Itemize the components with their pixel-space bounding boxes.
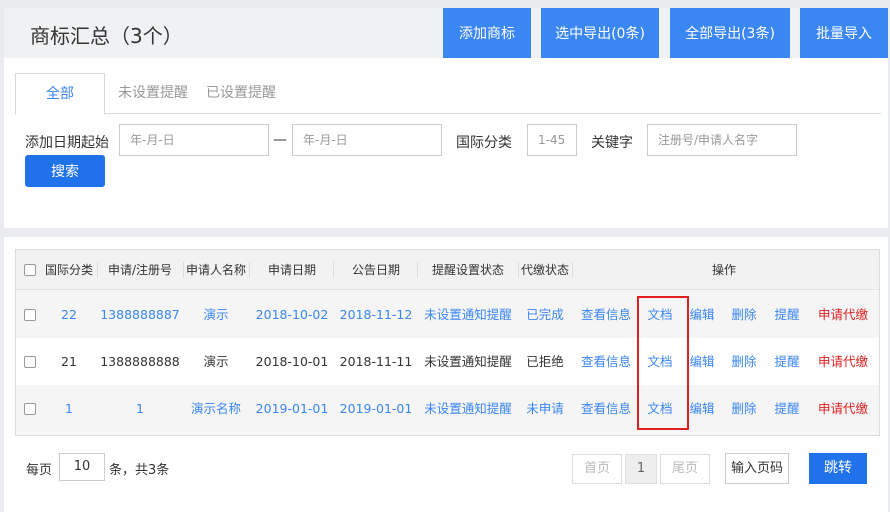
table-header: 国际分类 申请/注册号 申请人名称 申请日期 公告日期 提醒设置状态 代缴状态 … bbox=[16, 250, 879, 290]
select-all-checkbox[interactable] bbox=[24, 264, 36, 276]
col-actions: 操作 bbox=[711, 263, 736, 277]
cell-class: 1 bbox=[65, 401, 73, 416]
col-divider bbox=[417, 262, 418, 278]
cell-apply-date: 2018-10-01 bbox=[255, 354, 329, 369]
col-apply-date: 申请日期 bbox=[267, 263, 316, 277]
cell-applicant: 演示名称 bbox=[190, 401, 241, 416]
col-divider bbox=[97, 262, 98, 278]
delete-link[interactable]: 删除 bbox=[728, 291, 760, 338]
apply-payment-link[interactable]: 申请代缴 bbox=[813, 291, 873, 338]
tab-bar: 全部 未设置提醒 已设置提醒 bbox=[15, 73, 881, 115]
cell-class: 22 bbox=[61, 307, 77, 322]
table-row: 22 1388888887 演示 2018-10-02 2018-11-12 未… bbox=[16, 291, 879, 338]
apply-payment-link[interactable]: 申请代缴 bbox=[813, 385, 873, 432]
cell-payment-status: 未申请 bbox=[526, 401, 564, 416]
cell-payment-status: 已完成 bbox=[526, 307, 564, 322]
search-button[interactable]: 搜索 bbox=[25, 155, 105, 187]
delete-link[interactable]: 删除 bbox=[728, 338, 760, 385]
col-applicant: 申请人名称 bbox=[185, 263, 246, 277]
bulk-import-button[interactable]: 批量导入 bbox=[800, 8, 888, 58]
edit-link[interactable]: 编辑 bbox=[686, 338, 718, 385]
title-bar: 商标汇总（3个） 添加商标 选中导出(0条) 全部导出(3条) 批量导入 bbox=[4, 8, 888, 58]
delete-link[interactable]: 删除 bbox=[728, 385, 760, 432]
cell-notice-date: 2018-11-12 bbox=[339, 307, 413, 322]
class-label: 国际分类 bbox=[456, 135, 512, 151]
col-divider bbox=[572, 262, 573, 278]
current-page-button[interactable]: 1 bbox=[625, 454, 657, 484]
col-notice-date: 公告日期 bbox=[351, 263, 400, 277]
document-link[interactable]: 文档 bbox=[644, 385, 676, 432]
col-class: 国际分类 bbox=[44, 263, 93, 277]
remind-link[interactable]: 提醒 bbox=[771, 385, 803, 432]
tab-reminder-set[interactable]: 已设置提醒 bbox=[201, 73, 281, 114]
add-trademark-button[interactable]: 添加商标 bbox=[443, 8, 531, 58]
cell-reminder-status: 未设置通知提醒 bbox=[424, 307, 512, 322]
cell-applicant: 演示 bbox=[203, 307, 229, 322]
remind-link[interactable]: 提醒 bbox=[771, 338, 803, 385]
remind-link[interactable]: 提醒 bbox=[771, 291, 803, 338]
export-all-button[interactable]: 全部导出(3条) bbox=[670, 8, 790, 58]
trademark-table: 国际分类 申请/注册号 申请人名称 申请日期 公告日期 提醒设置状态 代缴状态 … bbox=[15, 249, 880, 436]
keyword-label: 关键字 bbox=[591, 135, 633, 151]
cell-payment-status: 已拒绝 bbox=[526, 354, 564, 369]
cell-reg-no: 1388888887 bbox=[100, 307, 180, 322]
col-reg-no: 申请/注册号 bbox=[107, 263, 173, 277]
cell-reminder-status: 未设置通知提醒 bbox=[424, 401, 512, 416]
view-info-link[interactable]: 查看信息 bbox=[578, 291, 634, 338]
document-link[interactable]: 文档 bbox=[644, 291, 676, 338]
edit-link[interactable]: 编辑 bbox=[686, 291, 718, 338]
jump-button[interactable]: 跳转 bbox=[809, 453, 867, 484]
date-range-separator: — bbox=[273, 132, 287, 148]
row-checkbox[interactable] bbox=[24, 403, 36, 415]
per-page-label: 每页 bbox=[26, 463, 53, 478]
cell-apply-date: 2018-10-02 bbox=[255, 307, 329, 322]
keyword-input[interactable] bbox=[647, 124, 797, 156]
page-jump-input[interactable]: 输入页码 bbox=[725, 453, 789, 484]
export-selected-button[interactable]: 选中导出(0条) bbox=[541, 8, 659, 58]
filter-panel: 商标汇总（3个） 添加商标 选中导出(0条) 全部导出(3条) 批量导入 全部 … bbox=[4, 8, 888, 228]
cell-reminder-status: 未设置通知提醒 bbox=[424, 354, 512, 369]
col-payment-status: 代缴状态 bbox=[520, 263, 569, 277]
view-info-link[interactable]: 查看信息 bbox=[578, 385, 634, 432]
date-from-input[interactable] bbox=[119, 124, 269, 156]
apply-payment-link[interactable]: 申请代缴 bbox=[813, 338, 873, 385]
cell-notice-date: 2018-11-11 bbox=[339, 354, 413, 369]
edit-link[interactable]: 编辑 bbox=[686, 385, 718, 432]
row-checkbox[interactable] bbox=[24, 356, 36, 368]
cell-reg-no: 1 bbox=[136, 401, 144, 416]
tab-no-reminder[interactable]: 未设置提醒 bbox=[113, 73, 193, 114]
per-page-input[interactable]: 10 bbox=[59, 453, 105, 481]
col-reminder-status: 提醒设置状态 bbox=[431, 263, 504, 277]
table-panel: 国际分类 申请/注册号 申请人名称 申请日期 公告日期 提醒设置状态 代缴状态 … bbox=[4, 237, 888, 512]
tab-all[interactable]: 全部 bbox=[15, 73, 105, 115]
cell-apply-date: 2019-01-01 bbox=[255, 401, 329, 416]
total-count-label: 条，共3条 bbox=[109, 463, 170, 478]
document-link[interactable]: 文档 bbox=[644, 338, 676, 385]
last-page-button[interactable]: 尾页 bbox=[660, 454, 710, 484]
row-checkbox[interactable] bbox=[24, 309, 36, 321]
view-info-link[interactable]: 查看信息 bbox=[578, 338, 634, 385]
first-page-button[interactable]: 首页 bbox=[572, 454, 622, 484]
date-start-label: 添加日期起始 bbox=[25, 135, 109, 151]
cell-notice-date: 2019-01-01 bbox=[339, 401, 413, 416]
date-to-input[interactable] bbox=[292, 124, 442, 156]
class-input[interactable] bbox=[527, 124, 577, 156]
cell-applicant: 演示 bbox=[203, 354, 229, 369]
table-row: 1 1 演示名称 2019-01-01 2019-01-01 未设置通知提醒 未… bbox=[16, 385, 879, 432]
cell-class: 21 bbox=[61, 354, 77, 369]
cell-reg-no: 1388888888 bbox=[100, 354, 180, 369]
table-row: 21 1388888888 演示 2018-10-01 2018-11-11 未… bbox=[16, 338, 879, 385]
page-title: 商标汇总（3个） bbox=[30, 24, 183, 48]
